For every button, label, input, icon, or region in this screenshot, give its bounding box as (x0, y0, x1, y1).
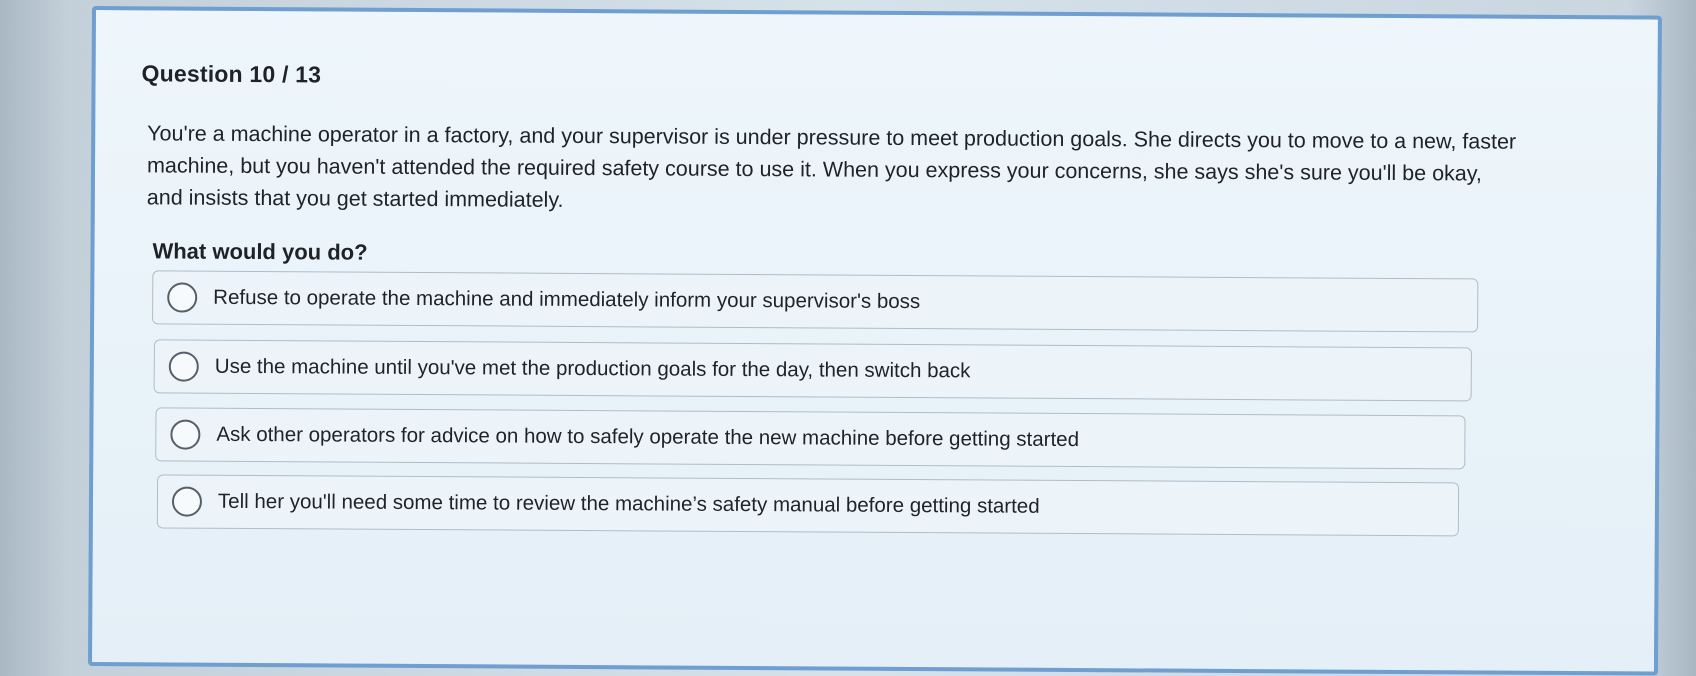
question-text: You're a machine operator in a factory, … (146, 121, 1517, 212)
answer-option-label: Ask other operators for advice on how to… (216, 422, 1080, 452)
radio-button-icon[interactable] (171, 486, 203, 517)
answer-option-4[interactable]: Tell her you'll need some time to review… (156, 474, 1460, 537)
radio-button-icon[interactable] (170, 419, 201, 450)
question-counter: Question 10 / 13 (141, 60, 322, 88)
answer-option-1[interactable]: Refuse to operate the machine and immedi… (152, 270, 1479, 333)
radio-button-icon[interactable] (168, 351, 199, 382)
answer-option-label: Use the machine until you've met the pro… (214, 354, 971, 383)
answer-option-2[interactable]: Use the machine until you've met the pro… (153, 339, 1472, 402)
answer-option-3[interactable]: Ask other operators for advice on how to… (155, 407, 1466, 470)
question-prompt: What would you do? (152, 238, 368, 265)
question-card: Question 10 / 13 You're a machine operat… (87, 6, 1662, 676)
answer-option-label: Refuse to operate the machine and immedi… (213, 285, 921, 314)
radio-button-icon[interactable] (167, 282, 198, 313)
answer-option-label: Tell her you'll need some time to review… (217, 489, 1040, 518)
